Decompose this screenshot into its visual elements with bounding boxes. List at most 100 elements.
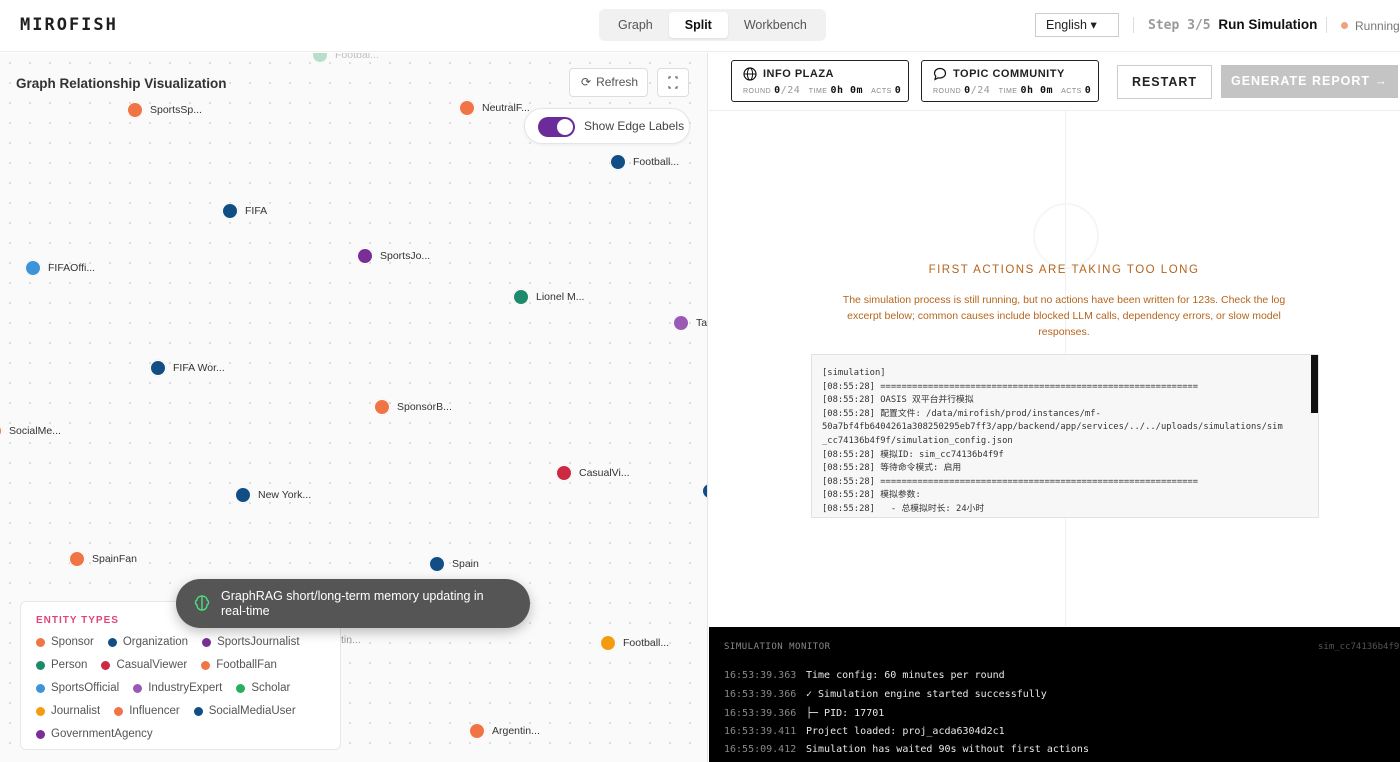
- graph-node[interactable]: Argentin...: [469, 723, 540, 739]
- fullscreen-button[interactable]: [657, 68, 689, 97]
- legend-label: Organization: [122, 636, 189, 648]
- monitor-message: Simulation has waited 90s without first …: [806, 744, 1089, 755]
- node-dot: [0, 423, 2, 439]
- log-line: [08:55:28] 等待命令模式: 启用: [822, 463, 962, 474]
- acts-label: ACTS: [871, 88, 892, 95]
- log-line: [08:55:28] OASIS 双平台并行模拟: [822, 395, 974, 406]
- divider: [1133, 17, 1134, 33]
- platform-card-topic-community[interactable]: TOPIC COMMUNITY ROUND 0/24 TIME 0h 0m ACTS…: [921, 60, 1099, 102]
- round-label: ROUND: [933, 88, 962, 95]
- restart-button[interactable]: RESTART: [1117, 65, 1212, 99]
- graph-node[interactable]: Spain: [429, 556, 479, 572]
- monitor-time: 16:55:09.412: [724, 744, 797, 755]
- legend-row: SportsOfficial IndustryExpert Scholar: [36, 682, 290, 694]
- monitor-title: SIMULATION MONITOR: [724, 642, 831, 652]
- node-dot: [600, 635, 616, 651]
- legend-dot: [36, 637, 45, 647]
- edge-labels-toggle[interactable]: Show Edge Labels: [524, 108, 690, 144]
- graph-node[interactable]: SpainFan: [69, 551, 137, 567]
- node-label: NeutralF...: [482, 102, 530, 114]
- graph-node[interactable]: SportsSp...: [127, 102, 202, 118]
- edge-labels-label: Show Edge Labels: [584, 119, 685, 133]
- graph-node[interactable]: NeutralF...: [459, 100, 530, 116]
- node-label: FIFAOffi...: [48, 262, 96, 274]
- graph-node[interactable]: SocialMe...: [0, 423, 61, 439]
- legend-dot: [133, 683, 143, 693]
- legend-item: Organization: [107, 636, 189, 648]
- node-dot: [25, 260, 41, 276]
- monitor-message: Project loaded: proj_acda6304d2c1: [806, 726, 1005, 737]
- legend-dot: [36, 729, 45, 739]
- monitor-row: 16:55:09.412 Simulation has waited 90s wi…: [724, 744, 1089, 755]
- log-line: [08:55:28] 模拟参数:: [822, 490, 921, 501]
- legend-label: Journalist: [51, 705, 101, 717]
- graph-node[interactable]: FIFA: [222, 203, 267, 219]
- log-scrollbar[interactable]: [1311, 355, 1318, 413]
- graph-panel[interactable]: Graph Relationship Visualization ⟳ Refres…: [0, 53, 708, 762]
- legend-label: IndustryExpert: [148, 682, 223, 694]
- time-label: TIME: [808, 88, 828, 95]
- view-mode-split[interactable]: Split: [668, 12, 728, 38]
- log-line: [simulation]: [822, 368, 886, 378]
- node-label: Tac: [696, 317, 708, 329]
- log-excerpt[interactable]: [simulation] [08:55:28] ================…: [811, 354, 1319, 518]
- log-line: 50a7bf4fb6404261a308250295eb7ff3/app/bac…: [822, 422, 1283, 433]
- toggle-switch[interactable]: [538, 117, 575, 137]
- run-status-label: Running: [1355, 19, 1400, 33]
- node-dot: [673, 315, 689, 331]
- graph-node[interactable]: Football...: [610, 154, 679, 170]
- refresh-button[interactable]: ⟳ Refresh: [569, 68, 648, 97]
- warning-message: The simulation process is still running,…: [842, 294, 1286, 338]
- simulation-panel: INFO PLAZA ROUND 0/24 TIME 0h 0m ACTS 0 TOP…: [709, 53, 1400, 762]
- log-line: [08:55:28] - 总模拟时长: 24小时: [822, 503, 985, 514]
- legend-label: Influencer: [129, 705, 180, 717]
- simulation-monitor: SIMULATION MONITOR sim_cc74136b4f9f 16:5…: [709, 627, 1400, 762]
- graph-node[interactable]: Tac: [673, 315, 708, 331]
- monitor-row: 16:53:39.363 Time config: 60 minutes per …: [724, 670, 1005, 681]
- graph-node[interactable]: New York...: [235, 487, 311, 503]
- legend-label: Person: [51, 659, 88, 671]
- step-indicator: Step 3/5 Run Simulation: [1148, 17, 1317, 33]
- graph-node[interactable]: Lionel M...: [513, 289, 584, 305]
- step-number: Step 3/5: [1148, 18, 1211, 33]
- monitor-sim-id: sim_cc74136b4f9f: [1318, 642, 1400, 652]
- legend-dot: [36, 706, 45, 716]
- node-dot: [513, 289, 529, 305]
- graph-node[interactable]: [702, 483, 707, 499]
- brain-icon: [194, 595, 210, 611]
- chat-bubble-icon: [933, 67, 947, 81]
- monitor-time: 16:53:39.366: [724, 708, 797, 719]
- language-select[interactable]: English ▾: [1035, 13, 1119, 37]
- node-label: SocialMe...: [9, 425, 61, 437]
- legend-label: SportsJournalist: [217, 636, 300, 648]
- status-dot-icon: [1341, 22, 1348, 29]
- graph-node[interactable]: SponsorB...: [374, 399, 452, 415]
- graph-node[interactable]: CasualVi...: [556, 465, 630, 481]
- graph-node[interactable]: SportsJo...: [357, 248, 430, 264]
- legend-dot: [36, 660, 45, 670]
- generate-report-button[interactable]: GENERATE REPORT →: [1221, 65, 1398, 98]
- graph-node[interactable]: Football...: [600, 635, 669, 651]
- legend-dot: [36, 683, 45, 693]
- graph-node[interactable]: FIFAOffi...: [25, 260, 95, 276]
- legend-label: Sponsor: [51, 636, 94, 648]
- top-bar: MIROFISH Graph Split Workbench English ▾…: [0, 0, 1400, 52]
- view-mode-graph[interactable]: Graph: [602, 12, 669, 38]
- legend-item: SportsOfficial: [36, 682, 119, 694]
- legend-item: Influencer: [114, 705, 180, 717]
- toast-message: GraphRAG short/long-term memory updating…: [221, 589, 484, 618]
- legend-label: GovernmentAgency: [51, 728, 153, 740]
- graph-node[interactable]: Footbal...: [312, 53, 379, 63]
- time-value: 0h 0m: [830, 85, 864, 96]
- round-label: ROUND: [743, 88, 772, 95]
- legend-item: GovernmentAgency: [36, 728, 153, 740]
- log-line: _cc74136b4f9f/simulation_config.json: [822, 435, 1013, 446]
- view-mode-workbench[interactable]: Workbench: [728, 12, 823, 38]
- graph-node[interactable]: FIFA Wor...: [150, 360, 225, 376]
- legend-label: SocialMediaUser: [208, 705, 296, 717]
- platform-card-info-plaza[interactable]: INFO PLAZA ROUND 0/24 TIME 0h 0m ACTS 0: [731, 60, 909, 102]
- node-dot: [610, 154, 626, 170]
- app-logo: MIROFISH: [20, 15, 118, 35]
- node-dot: [702, 483, 707, 499]
- legend-label: FootballFan: [216, 659, 277, 671]
